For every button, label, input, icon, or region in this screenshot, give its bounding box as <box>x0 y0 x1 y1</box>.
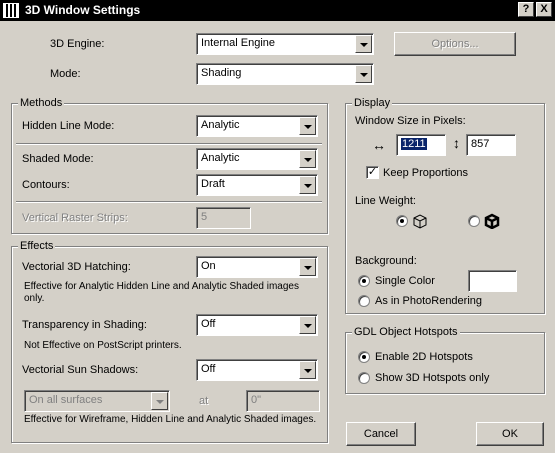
show-3d-hotspots-radio[interactable] <box>358 372 370 384</box>
cancel-button[interactable]: Cancel <box>346 422 416 446</box>
line-weight-thick-radio[interactable] <box>468 215 480 227</box>
chevron-down-icon[interactable] <box>355 65 372 83</box>
width-value: 1211 <box>401 138 427 150</box>
chevron-down-icon[interactable] <box>299 150 316 168</box>
thin-lines-icon <box>413 214 427 229</box>
mode-dropdown[interactable]: Shading <box>196 63 374 85</box>
chevron-down-icon[interactable] <box>299 176 316 194</box>
line-weight-thin-radio[interactable] <box>396 215 408 227</box>
hatching-dropdown[interactable]: On <box>196 256 318 278</box>
sun-shadows-label: Vectorial Sun Shadows: <box>22 364 139 376</box>
hidden-line-label: Hidden Line Mode: <box>22 120 115 132</box>
mode-label: Mode: <box>50 68 81 80</box>
height-field[interactable]: 857 <box>466 134 516 156</box>
contours-value: Draft <box>201 178 225 190</box>
keep-proportions-checkbox[interactable]: ✓ <box>366 166 379 179</box>
show-3d-hotspots-label: Show 3D Hotspots only <box>375 372 490 384</box>
sun-shadows-value: Off <box>201 363 216 375</box>
engine-label: 3D Engine: <box>50 38 105 50</box>
effects-title: Effects <box>18 240 56 253</box>
window-title: 3D Window Settings <box>25 3 141 17</box>
display-title: Display <box>352 97 393 110</box>
thick-lines-icon <box>484 213 500 229</box>
width-field[interactable]: 1211 <box>396 134 446 156</box>
shaded-mode-label: Shaded Mode: <box>22 153 94 165</box>
keep-proportions-label: Keep Proportions <box>383 167 468 179</box>
chevron-down-icon <box>151 392 168 410</box>
enable-2d-hotspots-label: Enable 2D Hotspots <box>375 351 473 363</box>
line-weight-label: Line Weight: <box>355 195 416 207</box>
photo-rendering-label: As in PhotoRendering <box>375 295 483 307</box>
single-color-radio[interactable] <box>358 275 370 287</box>
chevron-down-icon[interactable] <box>299 361 316 379</box>
divider <box>16 201 322 203</box>
surfaces-value: On all surfaces <box>29 394 103 406</box>
background-label: Background: <box>355 255 417 267</box>
chevron-down-icon[interactable] <box>299 117 316 135</box>
options-button-label: Options... <box>431 38 479 50</box>
photo-rendering-radio[interactable] <box>358 295 370 307</box>
title-bar[interactable]: 3D Window Settings ? X <box>0 0 555 21</box>
cancel-button-label: Cancel <box>363 428 399 440</box>
transparency-value: Off <box>201 318 216 330</box>
engine-dropdown[interactable]: Internal Engine <box>196 33 374 55</box>
contours-dropdown[interactable]: Draft <box>196 174 318 196</box>
contours-label: Contours: <box>22 179 70 191</box>
divider <box>16 143 322 145</box>
app-icon <box>3 3 19 18</box>
help-button[interactable]: ? <box>518 2 534 17</box>
transparency-note: Not Effective on PostScript printers. <box>24 340 182 351</box>
chevron-down-icon[interactable] <box>299 258 316 276</box>
window-size-label: Window Size in Pixels: <box>355 115 466 127</box>
background-color-swatch[interactable] <box>468 270 517 292</box>
shaded-mode-dropdown[interactable]: Analytic <box>196 148 318 170</box>
single-color-label: Single Color <box>375 275 435 287</box>
close-button[interactable]: X <box>536 2 552 17</box>
raster-strips-field: 5 <box>196 207 251 229</box>
gdl-title: GDL Object Hotspots <box>352 326 460 339</box>
settings-dialog: 3D Window Settings ? X 3D Engine: Intern… <box>0 0 555 453</box>
methods-title: Methods <box>18 97 65 110</box>
engine-value: Internal Engine <box>201 37 275 49</box>
horizontal-arrows-icon: ↔ <box>372 137 386 153</box>
hidden-line-dropdown[interactable]: Analytic <box>196 115 318 137</box>
ok-button-label: OK <box>502 428 518 440</box>
sun-shadows-dropdown[interactable]: Off <box>196 359 318 381</box>
transparency-dropdown[interactable]: Off <box>196 314 318 336</box>
at-label: at <box>199 395 209 407</box>
shaded-mode-value: Analytic <box>201 152 240 164</box>
chevron-down-icon[interactable] <box>299 316 316 334</box>
chevron-down-icon[interactable] <box>355 35 372 53</box>
surfaces-dropdown: On all surfaces <box>24 390 170 412</box>
options-button: Options... <box>394 32 516 56</box>
vertical-arrows-icon: ↕ <box>453 135 460 151</box>
hatching-label: Vectorial 3D Hatching: <box>22 261 131 273</box>
hatching-note: Effective for Analytic Hidden Line and A… <box>24 281 299 304</box>
ok-button[interactable]: OK <box>476 422 544 446</box>
transparency-label: Transparency in Shading: <box>22 319 147 331</box>
raster-strips-label: Vertical Raster Strips: <box>22 212 128 224</box>
sun-shadows-note: Effective for Wireframe, Hidden Line and… <box>24 414 317 425</box>
enable-2d-hotspots-radio[interactable] <box>358 351 370 363</box>
at-field: 0" <box>246 390 320 412</box>
hidden-line-value: Analytic <box>201 119 240 131</box>
hatching-value: On <box>201 260 216 272</box>
mode-value: Shading <box>201 67 242 79</box>
